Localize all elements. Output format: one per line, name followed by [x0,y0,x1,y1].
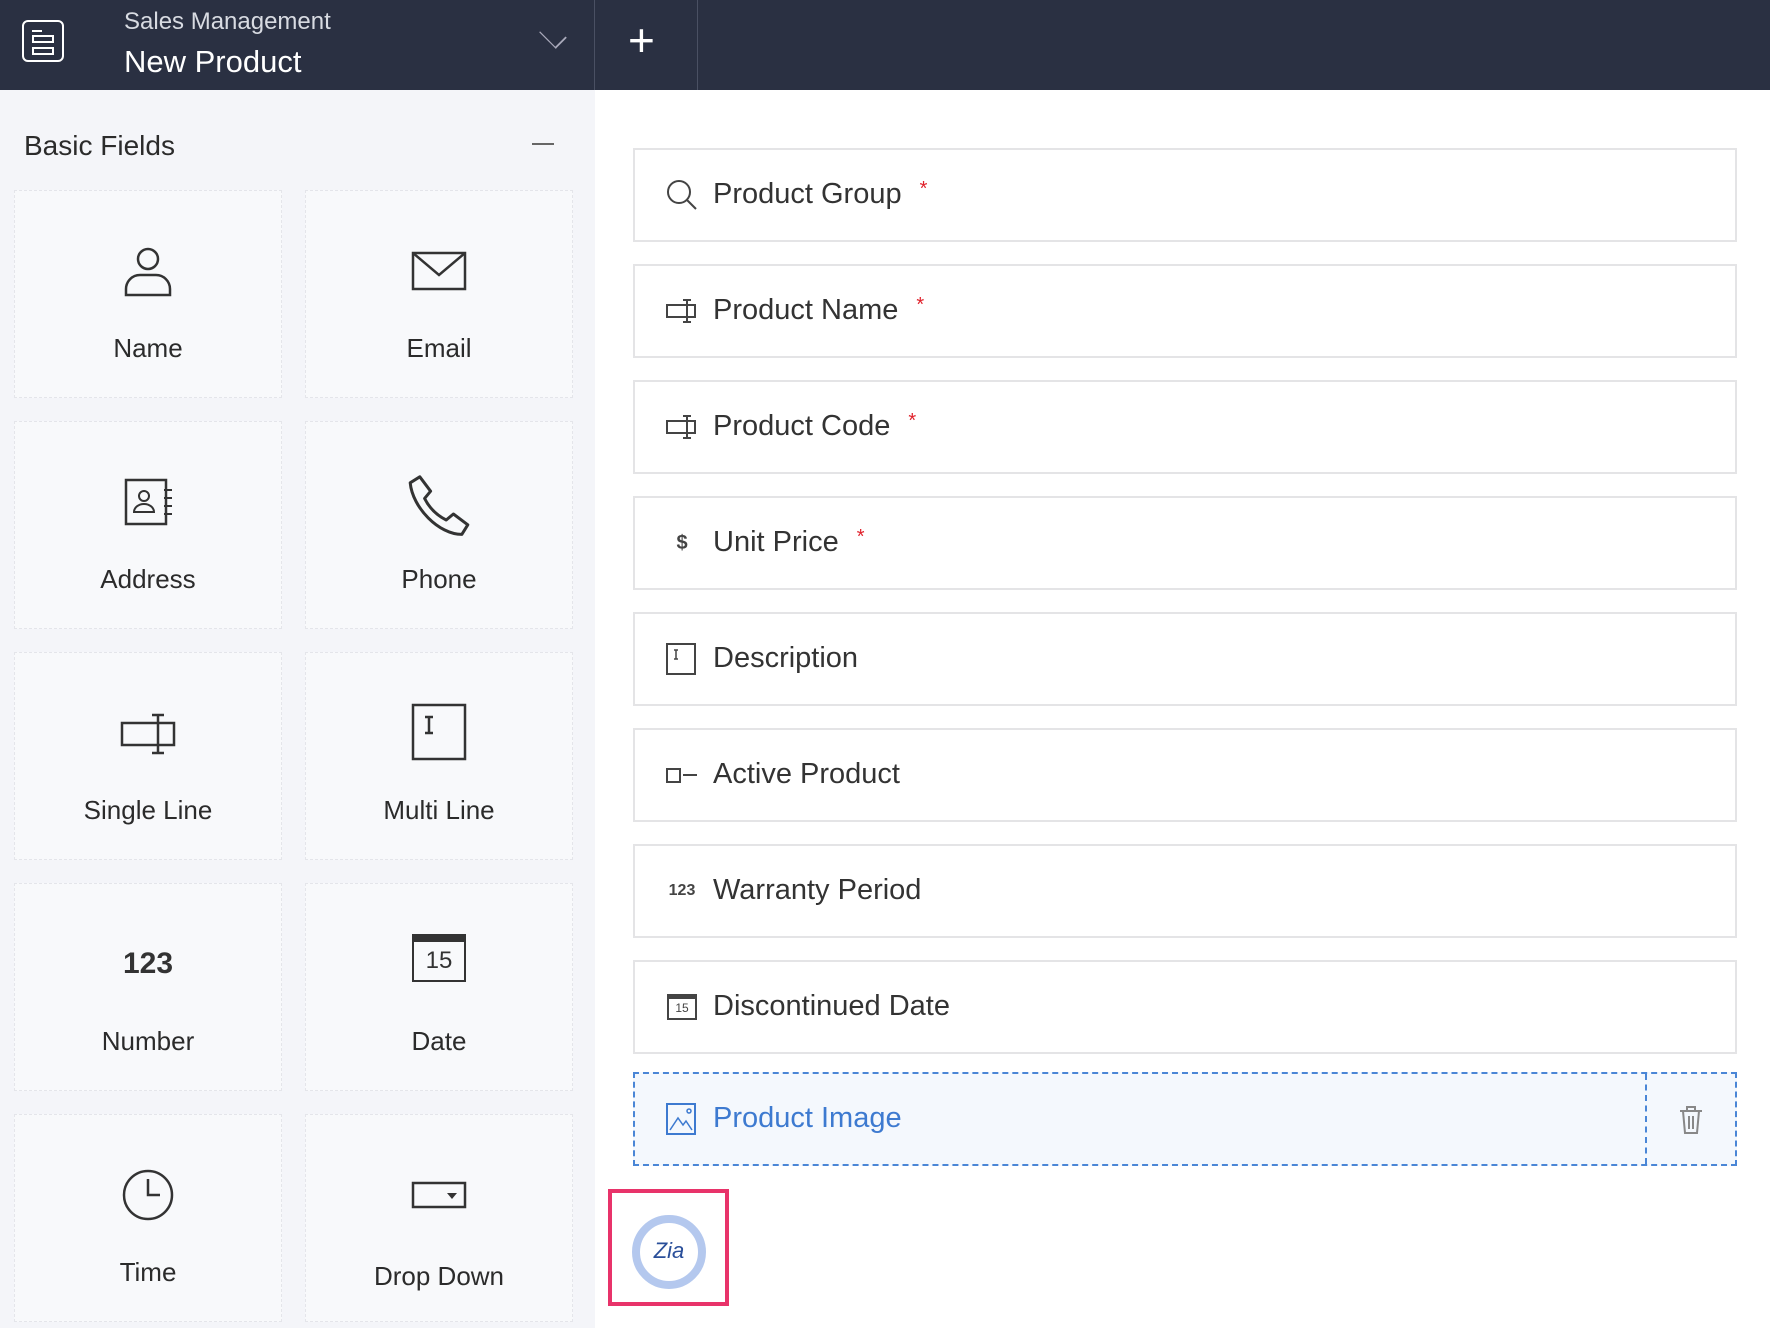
number-icon: 123 [122,947,174,980]
divider [697,0,698,90]
tile-time[interactable]: Time [14,1114,282,1322]
form-title: New Product [124,44,302,79]
chevron-down-icon[interactable] [539,21,567,49]
field-label: Warranty Period [713,874,922,906]
field-label: Description [713,642,859,674]
person-icon [15,241,281,301]
tile-label: Multi Line [383,795,495,825]
zia-highlight-box: Zia [608,1189,729,1306]
dropdown-icon [306,1165,572,1225]
tile-label: Address [100,564,196,594]
single-line-icon [665,410,699,444]
field-label: Active Product [713,758,900,790]
tile-drop-down[interactable]: Drop Down [305,1114,573,1322]
multi-line-icon [665,642,699,676]
required-marker: * [919,178,928,200]
search-icon [665,178,699,212]
field-label: Product Code [713,410,891,442]
tile-label: Email [406,333,472,363]
checkbox-icon [665,758,699,792]
field-label: Product Image [713,1102,902,1134]
tile-label: Name [113,333,183,363]
divider [1645,1074,1647,1164]
field-discontinued-date[interactable]: 15 Discontinued Date [633,960,1737,1054]
field-active-product[interactable]: Active Product [633,728,1737,822]
tile-number[interactable]: 123 Number [14,883,282,1091]
field-description[interactable]: Description [633,612,1737,706]
tile-label: Drop Down [373,1261,505,1291]
tile-address[interactable]: Address [14,421,282,629]
field-unit-price[interactable]: $ Unit Price * [633,496,1737,590]
field-label: Product Group [713,178,902,210]
app-name: Sales Management [124,8,331,35]
field-product-code[interactable]: Product Code * [633,380,1737,474]
field-product-name[interactable]: Product Name * [633,264,1737,358]
dollar-icon: $ [676,532,688,554]
field-label: Unit Price [713,526,839,558]
zia-button[interactable]: Zia [632,1215,706,1289]
field-product-image[interactable]: Product Image [633,1072,1737,1166]
multi-line-icon [306,703,572,763]
required-marker: * [856,526,865,548]
tile-label: Number [101,1026,195,1056]
phone-icon [306,472,572,536]
calendar-icon: 15 [306,934,572,994]
envelope-icon [306,241,572,301]
required-marker: * [916,294,925,316]
collapse-button[interactable] [532,143,554,145]
tile-label: Phone [401,564,477,594]
field-product-group[interactable]: Product Group * [633,148,1737,242]
required-marker: * [908,410,917,432]
add-form-button[interactable]: + [628,17,655,63]
tile-date[interactable]: 15 Date [305,883,573,1091]
tile-label: Time [119,1257,177,1287]
single-line-icon [15,703,281,763]
header: Sales Management New Product + [0,0,1770,90]
number-icon: 123 [668,882,696,899]
tile-name[interactable]: Name [14,190,282,398]
calendar-icon: 15 [665,990,699,1024]
clock-icon [15,1165,281,1225]
divider [594,0,595,90]
field-label: Discontinued Date [713,990,950,1022]
single-line-icon [665,294,699,328]
image-icon [665,1102,699,1136]
tile-phone[interactable]: Phone [305,421,573,629]
field-label: Product Name [713,294,899,326]
section-title: Basic Fields [24,130,175,161]
tile-label: Single Line [83,795,213,825]
trash-icon[interactable] [1677,1104,1705,1136]
calendar-day: 15 [667,994,697,1020]
address-card-icon [15,472,281,532]
field-warranty-period[interactable]: 123 Warranty Period [633,844,1737,938]
tile-email[interactable]: Email [305,190,573,398]
calendar-day: 15 [412,934,466,982]
tile-multi-line[interactable]: Multi Line [305,652,573,860]
tile-single-line[interactable]: Single Line [14,652,282,860]
tile-label: Date [411,1026,467,1056]
form-icon[interactable] [22,20,64,62]
